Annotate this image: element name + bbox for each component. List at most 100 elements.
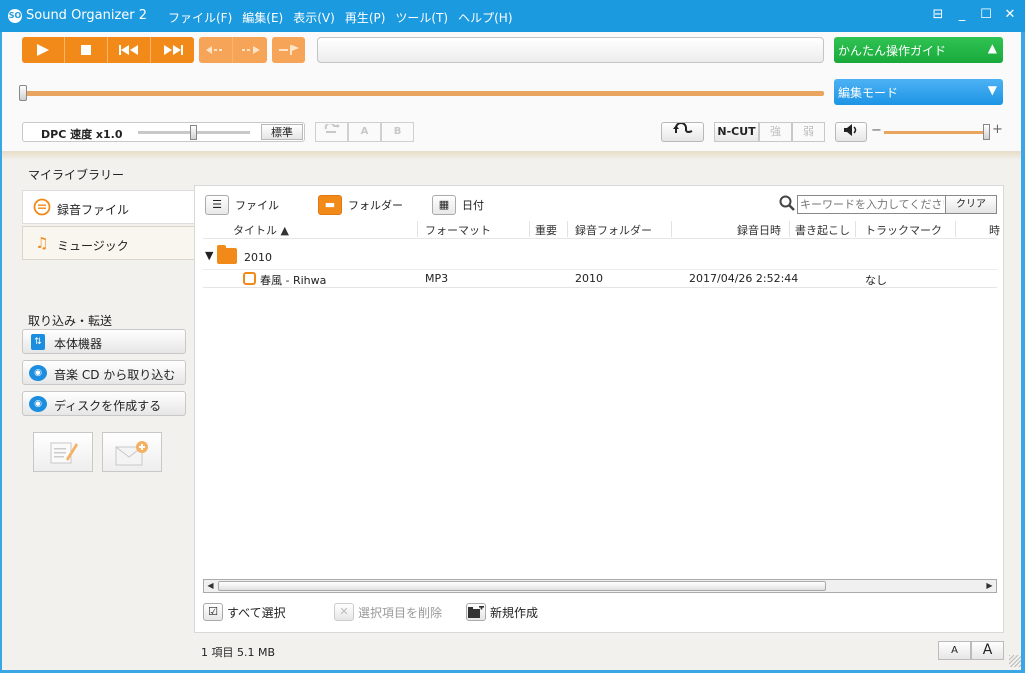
undo-icon (672, 122, 692, 133)
easy-guide-label: かんたん操作ガイド (838, 44, 947, 58)
import-cd-button[interactable]: ◉ 音楽 CD から取り込む (22, 360, 186, 385)
column-important[interactable]: 重要 (535, 222, 557, 238)
collapse-toggle-icon[interactable]: ▼ (205, 249, 213, 262)
column-format[interactable]: フォーマット (425, 222, 491, 238)
volume-slider-handle[interactable] (983, 124, 990, 140)
b-point-button[interactable]: B (381, 122, 414, 142)
track-mark-button[interactable] (272, 37, 305, 63)
transcribe-button[interactable] (33, 432, 93, 472)
disc-create-icon: ◉ (29, 396, 47, 412)
send-mail-button[interactable] (102, 432, 162, 472)
scroll-thumb[interactable] (218, 581, 826, 591)
column-datetime[interactable]: 録音日時 (737, 222, 781, 238)
sidebar-tab-music[interactable]: ♫ ミュージック (22, 226, 194, 260)
stop-icon (81, 45, 91, 55)
column-folder[interactable]: 録音フォルダー (575, 222, 652, 238)
ncut-button[interactable]: N-CUT (714, 122, 759, 142)
view-tab-folder[interactable]: ▬ フォルダー (318, 195, 403, 215)
menu-tools[interactable]: ツール(T) (395, 9, 448, 26)
list-icon: ☰ (205, 195, 229, 215)
scroll-left-icon[interactable]: ◀ (204, 580, 217, 592)
ab-repeat-button[interactable] (315, 122, 348, 142)
font-large-button[interactable]: A (971, 641, 1004, 660)
view-tab-file[interactable]: ☰ ファイル (205, 195, 279, 215)
column-header: タイトル ▲ フォーマット 重要 録音フォルダー 録音日時 書き起こし トラック… (203, 219, 1000, 239)
volume-minus: − (871, 123, 882, 138)
device-button-label: 本体機器 (54, 337, 103, 351)
volume-slider[interactable] (884, 131, 988, 134)
menu-play[interactable]: 再生(P) (345, 9, 386, 26)
track-mark-icon (278, 45, 299, 55)
previous-button[interactable] (108, 37, 151, 63)
cell-folder: 2010 (575, 272, 603, 285)
ncut-strong-button[interactable]: 強 (759, 122, 792, 142)
transfer-title: 取り込み・転送 (28, 314, 113, 328)
select-all-button[interactable]: ☑ すべて選択 (203, 603, 286, 621)
column-trackmark[interactable]: トラックマーク (865, 222, 942, 238)
horizontal-scrollbar[interactable]: ◀ ▶ (203, 579, 997, 593)
cell-format: MP3 (425, 272, 449, 285)
cell-datetime: 2017/04/26 2:52:44 (689, 272, 799, 285)
menu-view[interactable]: 表示(V) (293, 9, 335, 26)
column-title[interactable]: タイトル ▲ (233, 222, 289, 238)
search-input[interactable] (797, 195, 947, 214)
dpc-standard-button[interactable]: 標準 (261, 124, 303, 140)
rewind-icon (205, 46, 222, 54)
compact-view-icon[interactable]: ⊟ (931, 7, 945, 23)
device-button[interactable]: ⇅ 本体機器 (22, 329, 186, 354)
folder-open-icon (217, 245, 237, 264)
column-transcript[interactable]: 書き起こし (795, 222, 850, 238)
menu-help[interactable]: ヘルプ(H) (458, 9, 512, 26)
column-duration[interactable]: 時 (989, 222, 1000, 238)
a-point-button[interactable]: A (348, 122, 381, 142)
undo-button[interactable] (661, 122, 704, 142)
forward-icon (242, 46, 260, 54)
file-list-panel: ☰ ファイル ▬ フォルダー ▦ 日付 クリア タイトル ▲ フォーマット 重要… (194, 185, 1004, 633)
stop-button[interactable] (65, 37, 108, 63)
recording-file-icon (33, 198, 51, 216)
create-disc-label: ディスクを作成する (54, 399, 162, 413)
font-small-button[interactable]: A (938, 641, 971, 660)
view-tab-label: 日付 (462, 199, 484, 212)
window-controls: ⊟ _ ☐ ✕ (931, 7, 1017, 23)
checkbox-icon: ☑ (203, 603, 223, 621)
view-tab-date[interactable]: ▦ 日付 (432, 195, 484, 215)
forward-button[interactable] (233, 37, 267, 63)
mute-button[interactable] (835, 122, 867, 142)
seek-bar[interactable] (22, 91, 824, 96)
dpc-label: DPC 速度 x1.0 (41, 128, 123, 141)
menu-edit[interactable]: 編集(E) (242, 9, 283, 26)
recording-file-icon (243, 272, 256, 285)
next-button[interactable] (151, 37, 194, 63)
calendar-icon: ▦ (432, 195, 456, 215)
delete-selected-button[interactable]: ✕ 選択項目を削除 (334, 603, 442, 621)
ncut-weak-button[interactable]: 弱 (792, 122, 825, 142)
menu-bar: ファイル(F) 編集(E) 表示(V) 再生(P) ツール(T) ヘルプ(H) (168, 9, 513, 26)
dpc-slider-handle[interactable] (190, 125, 197, 140)
minimize-button[interactable]: _ (955, 7, 969, 23)
player-area-shadow (2, 152, 1021, 160)
speaker-icon (844, 124, 857, 136)
close-button[interactable]: ✕ (1003, 7, 1017, 23)
seek-handle[interactable] (19, 85, 27, 101)
folder-row[interactable]: ▼ 2010 (203, 244, 997, 270)
table-row[interactable]: 春風 - Rihwa MP3 2010 2017/04/26 2:52:44 な… (203, 270, 997, 288)
scroll-right-icon[interactable]: ▶ (983, 580, 996, 592)
create-disc-button[interactable]: ◉ ディスクを作成する (22, 391, 186, 416)
rewind-button[interactable] (199, 37, 233, 63)
rewind-forward-group (199, 37, 267, 63)
ab-repeat-group: A B (315, 122, 414, 142)
dpc-control: DPC 速度 x1.0 標準 (22, 122, 305, 142)
new-folder-icon (466, 603, 486, 621)
maximize-button[interactable]: ☐ (979, 7, 993, 23)
mode-selector[interactable]: 編集モード ▼ (834, 79, 1003, 105)
sidebar-tab-recordings[interactable]: 録音ファイル (22, 190, 194, 224)
clear-button[interactable]: クリア (945, 195, 997, 214)
play-button[interactable] (22, 37, 65, 63)
menu-file[interactable]: ファイル(F) (168, 9, 232, 26)
easy-guide-button[interactable]: かんたん操作ガイド ▲ (834, 37, 1003, 63)
new-folder-button[interactable]: 新規作成 (466, 603, 538, 621)
cd-import-icon: ◉ (29, 365, 47, 381)
resize-grip[interactable] (1009, 655, 1021, 667)
new-folder-label: 新規作成 (490, 605, 539, 620)
